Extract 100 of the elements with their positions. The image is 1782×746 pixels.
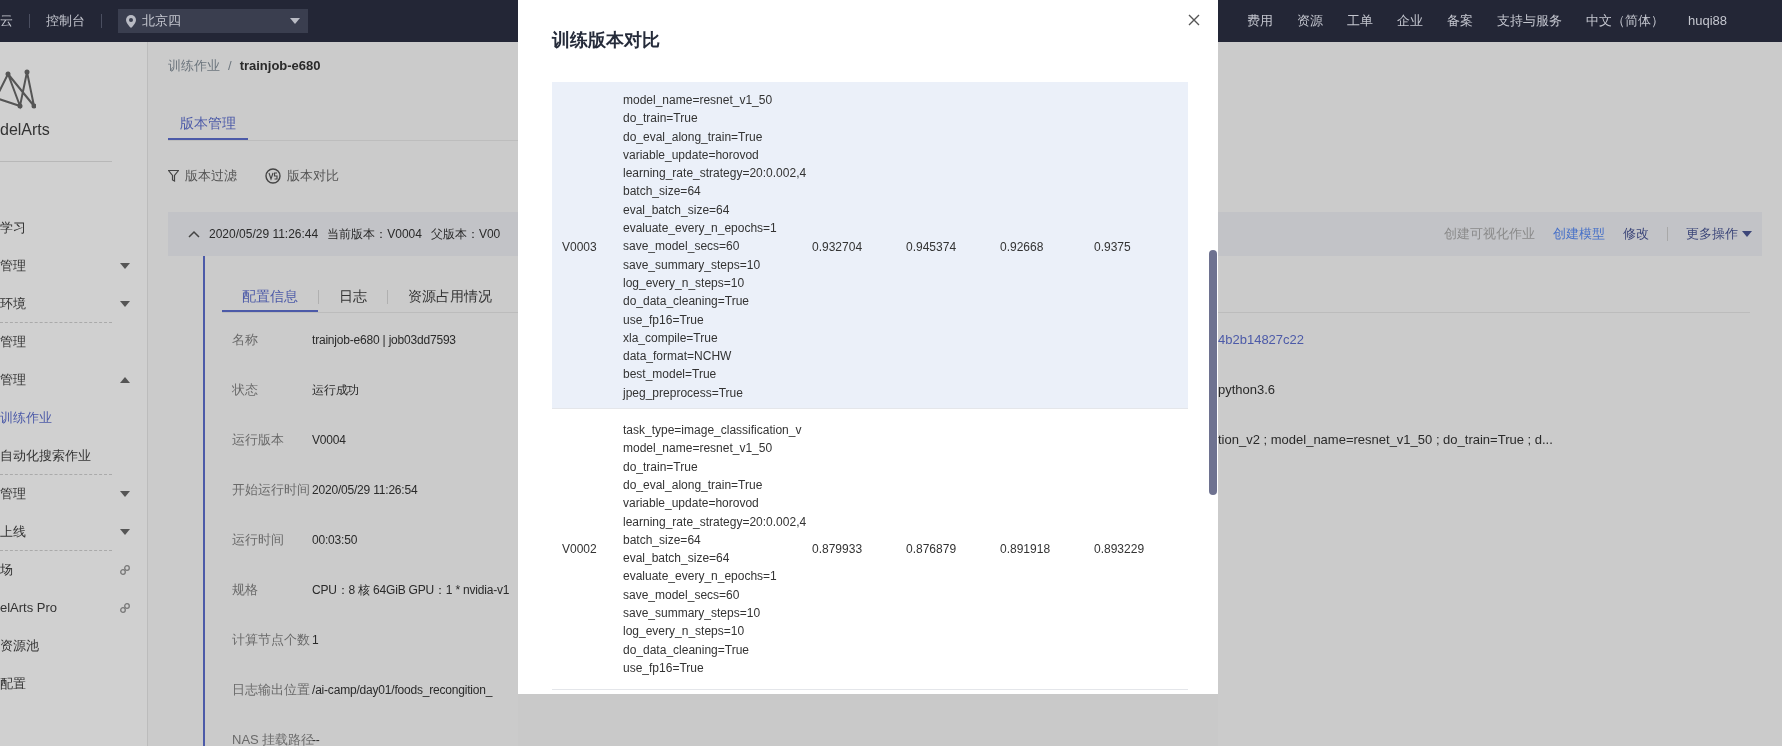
sidebar-item[interactable]: 管理 bbox=[0, 361, 147, 399]
close-button[interactable] bbox=[1186, 12, 1202, 28]
parameter-text: variable_update=horovod bbox=[623, 495, 760, 513]
top-menu-item[interactable]: 中文（简体） bbox=[1586, 11, 1664, 31]
parameter-text: save_model_secs=60 bbox=[623, 586, 741, 604]
parameter-text: model_name=resnet_v1_50 bbox=[623, 440, 774, 458]
parameter-text: do_eval_along_train=True bbox=[623, 476, 764, 494]
parameter-text: xla_compile=True bbox=[623, 329, 719, 347]
field-value: trainjob-e680 | job03dd7593 bbox=[312, 332, 456, 349]
caret-icon bbox=[120, 301, 130, 307]
field-label: 开始运行时间 bbox=[231, 481, 311, 500]
sidebar-item[interactable]: 学习 bbox=[0, 209, 147, 247]
scrollbar-thumb[interactable] bbox=[1209, 250, 1217, 495]
top-menu-item[interactable]: 备案 bbox=[1447, 11, 1473, 31]
region-dropdown[interactable]: 北京四 bbox=[118, 9, 308, 33]
top-menu-item[interactable]: 工单 bbox=[1347, 11, 1373, 31]
close-icon bbox=[1188, 14, 1200, 26]
parameter-text: log_every_n_steps=10 bbox=[623, 623, 746, 641]
sidebar-item[interactable]: elArts Pro bbox=[0, 589, 147, 627]
caret-icon bbox=[290, 18, 300, 24]
top-menu-item[interactable]: 企业 bbox=[1397, 11, 1423, 31]
parameter-text: evaluate_every_n_epochs=1 bbox=[623, 568, 778, 586]
toolbar-button[interactable]: 版本对比 bbox=[265, 166, 339, 186]
caret-icon bbox=[120, 529, 130, 535]
sidebar-item[interactable]: 场 bbox=[0, 551, 147, 589]
top-menu-item[interactable]: 费用 bbox=[1247, 11, 1273, 31]
detail-tab[interactable]: 资源占用情况 bbox=[388, 282, 512, 312]
sidebar-item[interactable]: 自动化搜索作业 bbox=[0, 437, 147, 475]
caret-icon bbox=[120, 377, 130, 383]
parameter-text: eval_batch_size=64 bbox=[623, 201, 731, 219]
page-tab[interactable]: 版本管理 bbox=[168, 108, 248, 140]
parameter-text: log_every_n_steps=10 bbox=[623, 274, 746, 292]
field-label: 运行时间 bbox=[231, 531, 285, 550]
detail-tab[interactable]: 日志 bbox=[319, 282, 387, 312]
sidebar-item[interactable]: 管理 bbox=[0, 323, 147, 361]
parameter-text: model_name=resnet_v1_50 bbox=[623, 92, 774, 109]
metric-value: 0.879933 bbox=[812, 541, 864, 559]
parameter-text: batch_size=64 bbox=[623, 531, 702, 549]
parameter-text: learning_rate_strategy=20:0.002,4 bbox=[623, 513, 808, 531]
field-label: 计算节点个数 bbox=[231, 631, 311, 650]
version-text: V0003 bbox=[561, 238, 598, 256]
dialog-title: 训练版本对比 bbox=[552, 29, 660, 51]
sidebar-item[interactable]: 配置 bbox=[0, 665, 147, 703]
field-value: 00:03:50 bbox=[312, 532, 358, 549]
parameter-text: use_fp16=True bbox=[623, 311, 705, 329]
field-value: python3.6 bbox=[1218, 381, 1276, 400]
logo-text: delArts bbox=[0, 120, 51, 140]
brand-text: 云 bbox=[0, 12, 13, 31]
parameter-text: learning_rate_strategy=20:0.002,4 bbox=[623, 165, 808, 183]
parent-version: 父版本：V00 bbox=[430, 226, 501, 243]
more-actions-dropdown[interactable]: 更多操作 bbox=[1686, 224, 1752, 244]
filter-icon bbox=[168, 170, 179, 182]
parameter-text: variable_update=horovod bbox=[623, 146, 760, 164]
toolbar-button[interactable]: 版本过滤 bbox=[168, 166, 237, 186]
parameter-text: do_train=True bbox=[623, 458, 699, 476]
field-value: CPU：8 核 64GiB GPU：1 * nvidia-v1 bbox=[312, 582, 510, 599]
field-value: V0004 bbox=[312, 432, 346, 449]
top-menu-item[interactable]: 资源 bbox=[1297, 11, 1323, 31]
field-label: 名称 bbox=[231, 331, 259, 350]
top-menu-item[interactable]: huqi88 bbox=[1688, 11, 1728, 31]
field-value: /ai-camp/day01/foods_recongition_ bbox=[312, 682, 493, 699]
sidebar-item[interactable]: 管理 bbox=[0, 475, 147, 513]
version-text: V0002 bbox=[561, 541, 598, 559]
sidebar-item[interactable]: 训练作业 bbox=[0, 399, 147, 437]
parameter-text: task_type=image_classification_v bbox=[623, 422, 803, 440]
metric-value: 0.893229 bbox=[1094, 541, 1146, 559]
parameter-text: save_summary_steps=10 bbox=[623, 605, 762, 622]
parameter-text: use_fp16=True bbox=[623, 659, 705, 677]
parameter-text: do_data_cleaning=True bbox=[623, 641, 750, 659]
sidebar-item[interactable]: 管理 bbox=[0, 247, 147, 285]
console-link[interactable]: 控制台 bbox=[46, 11, 85, 31]
parameter-text: do_eval_along_train=True bbox=[623, 128, 764, 146]
field-label: 日志输出位置 bbox=[231, 681, 311, 700]
field-link[interactable]: 4b2b14827c22 bbox=[1218, 330, 1305, 350]
sidebar-item[interactable]: 上线 bbox=[0, 513, 147, 551]
expand-toggle[interactable] bbox=[188, 230, 200, 238]
metric-value: 0.932704 bbox=[812, 238, 864, 256]
breadcrumb-separator: / bbox=[228, 58, 232, 73]
breadcrumb-current: trainjob-e680 bbox=[239, 58, 321, 73]
parameter-text: data_format=NCHW bbox=[623, 348, 733, 366]
field-label: 运行版本 bbox=[231, 431, 285, 450]
parameter-text: best_model=True bbox=[623, 366, 718, 384]
field-label: 规格 bbox=[231, 581, 259, 600]
action-link[interactable]: 修改 bbox=[1623, 224, 1649, 244]
field-value: 运行成功 bbox=[312, 382, 360, 399]
sidebar-item[interactable]: 资源池 bbox=[0, 627, 147, 665]
sidebar-item[interactable]: 环境 bbox=[0, 285, 147, 323]
top-menu-item[interactable]: 支持与服务 bbox=[1497, 11, 1562, 31]
field-label: NAS 挂载路径 bbox=[231, 731, 312, 746]
parameter-text: jpeg_preprocess=True bbox=[623, 384, 744, 402]
caret-icon bbox=[120, 491, 130, 497]
detail-tab[interactable]: 配置信息 bbox=[222, 282, 318, 312]
field-label: 状态 bbox=[231, 381, 259, 400]
caret-icon bbox=[1742, 231, 1752, 237]
metric-value: 0.9375 bbox=[1094, 238, 1132, 256]
parameter-text: evaluate_every_n_epochs=1 bbox=[623, 220, 778, 238]
parameter-text: eval_batch_size=64 bbox=[623, 550, 731, 568]
version-date: 2020/05/29 11:26:44 bbox=[209, 226, 319, 243]
metric-value: 0.945374 bbox=[906, 238, 958, 256]
link-icon bbox=[120, 565, 130, 575]
